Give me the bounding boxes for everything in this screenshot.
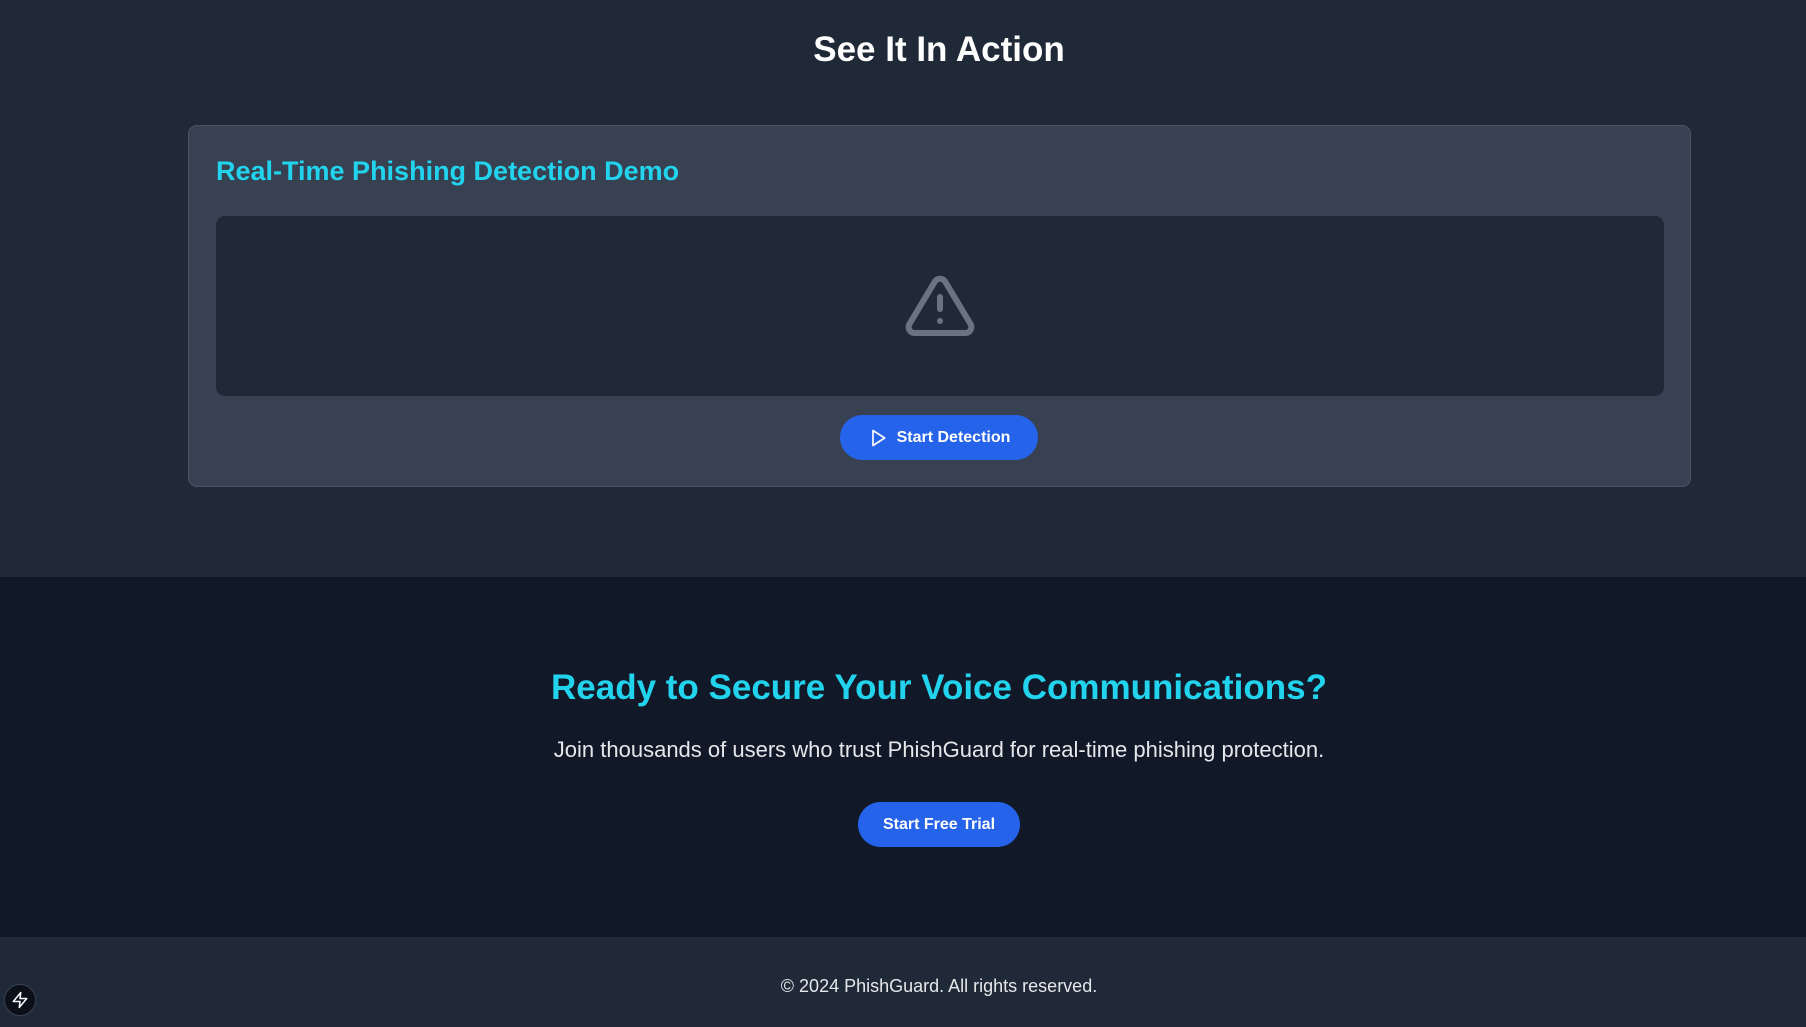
lightning-bolt-icon	[12, 991, 28, 1009]
demo-screen	[216, 216, 1664, 396]
cta-title: Ready to Secure Your Voice Communication…	[550, 668, 1327, 707]
demo-card: Real-Time Phishing Detection Demo Start …	[188, 125, 1691, 487]
warning-triangle-icon	[905, 275, 975, 336]
start-detection-button[interactable]: Start Detection	[840, 415, 1038, 460]
start-free-trial-button[interactable]: Start Free Trial	[858, 802, 1020, 847]
cta-text: Join thousands of users who trust PhishG…	[553, 737, 1325, 762]
cta-section: Ready to Secure Your Voice Communication…	[0, 577, 1806, 937]
demo-section: See It In Action Real-Time Phishing Dete…	[0, 0, 1806, 577]
dev-tools-badge[interactable]	[4, 984, 36, 1016]
start-detection-label: Start Detection	[896, 428, 1011, 446]
section-title: See It In Action	[813, 30, 1065, 69]
footer-copyright: © 2024 PhishGuard. All rights reserved.	[780, 976, 1098, 996]
start-free-trial-label: Start Free Trial	[882, 815, 996, 833]
footer: © 2024 PhishGuard. All rights reserved.	[0, 937, 1806, 1027]
play-icon	[871, 429, 886, 446]
demo-card-title: Real-Time Phishing Detection Demo	[216, 156, 680, 186]
